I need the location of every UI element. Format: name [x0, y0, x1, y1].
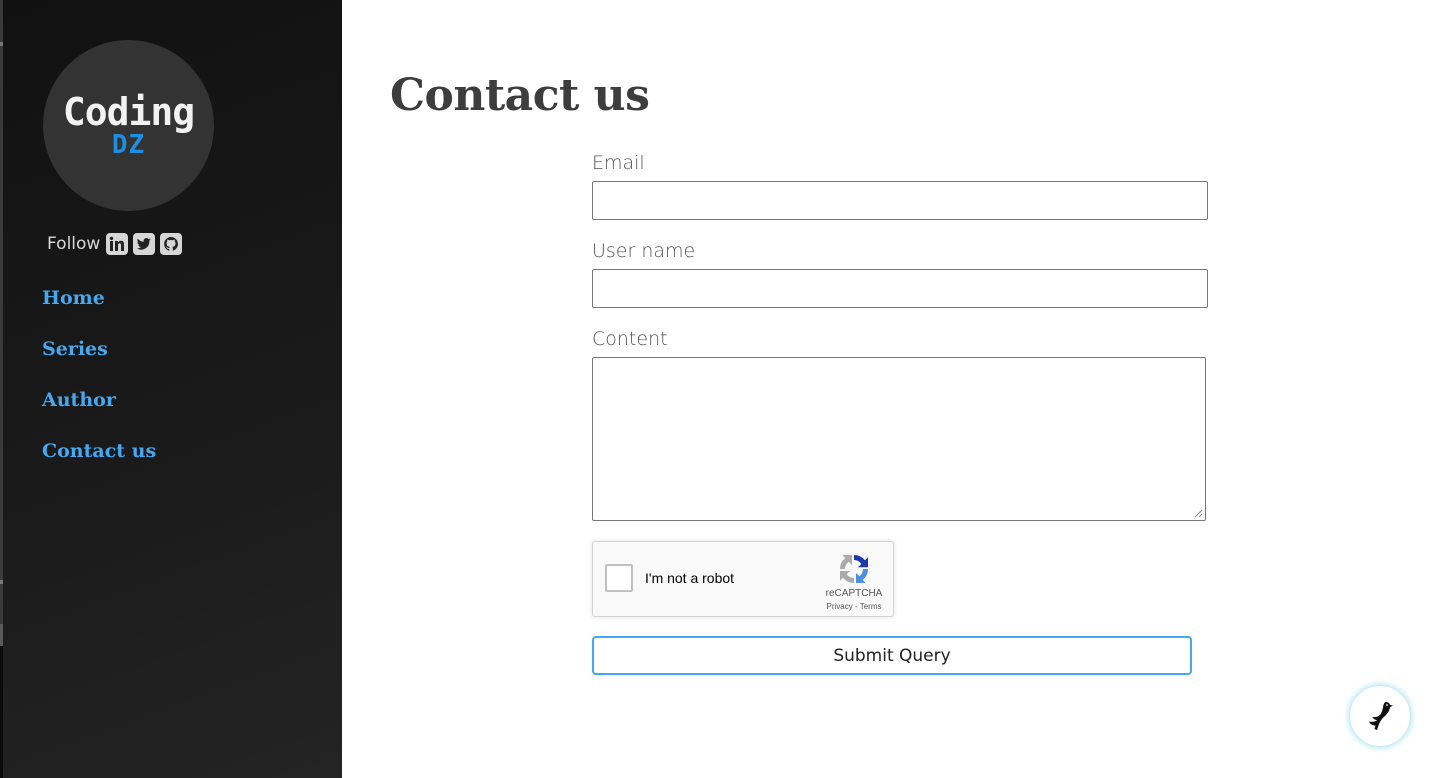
logo-text-coding: Coding — [62, 90, 195, 134]
recaptcha-label: I'm not a robot — [645, 570, 735, 586]
resize-handle-icon[interactable] — [1193, 508, 1203, 518]
site-logo[interactable]: Coding DZ — [43, 40, 214, 211]
nav-item-contact-us[interactable]: Contact us — [42, 435, 156, 486]
username-label: User name — [592, 240, 696, 262]
follow-label: Follow — [47, 234, 101, 254]
floating-action-button[interactable] — [1350, 686, 1410, 746]
sidebar-nav: Home Series Author Contact us — [42, 282, 156, 486]
page-title: Contact us — [390, 70, 650, 121]
window-edge — [0, 0, 3, 778]
linkedin-icon[interactable] — [106, 233, 129, 255]
nav-item-home[interactable]: Home — [42, 282, 156, 333]
recaptcha-brand: reCAPTCHA — [825, 588, 883, 599]
recaptcha-widget: I'm not a robot reCAPTCHA Privacy - Term… — [592, 541, 894, 617]
email-label: Email — [592, 152, 645, 174]
recaptcha-logo-icon — [839, 554, 869, 584]
nav-item-author[interactable]: Author — [42, 384, 156, 435]
submit-button[interactable]: Submit Query — [592, 636, 1192, 675]
recaptcha-checkbox[interactable] — [605, 564, 633, 592]
twitter-icon[interactable] — [133, 233, 156, 255]
content-label: Content — [592, 328, 668, 350]
bird-icon — [1369, 702, 1393, 730]
github-icon[interactable] — [160, 233, 183, 255]
username-field[interactable] — [592, 269, 1208, 308]
recaptcha-privacy-terms-links[interactable]: Privacy - Terms — [813, 602, 895, 611]
content-textarea[interactable] — [592, 357, 1206, 521]
logo-text-dz: DZ — [111, 130, 146, 160]
sidebar: Coding DZ Follow Home Series Author Cont… — [0, 0, 342, 778]
nav-item-series[interactable]: Series — [42, 333, 156, 384]
follow-bar: Follow — [47, 232, 187, 256]
email-field[interactable] — [592, 181, 1208, 220]
